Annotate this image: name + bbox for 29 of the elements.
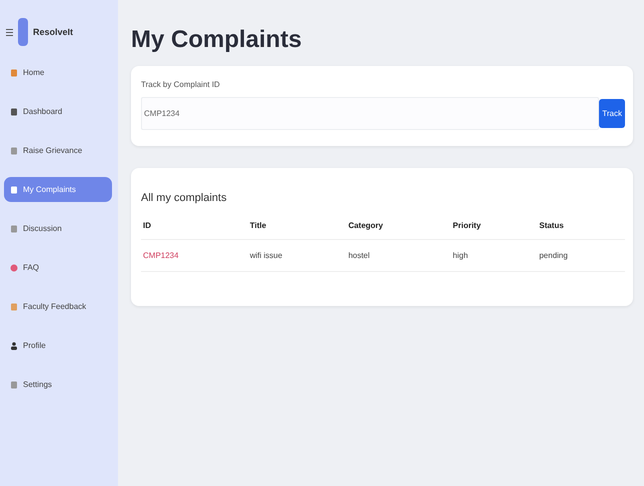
logo-icon bbox=[18, 18, 28, 46]
sidebar-item[interactable]: Settings bbox=[4, 372, 112, 397]
complaint-id-link[interactable]: CMP1234 bbox=[141, 240, 248, 272]
column-header: Category bbox=[346, 212, 451, 240]
sidebar-item[interactable]: FAQ bbox=[4, 255, 112, 280]
sidebar-item[interactable]: Dashboard bbox=[4, 99, 112, 124]
table-cell: high bbox=[450, 240, 538, 272]
column-header: Priority bbox=[450, 212, 538, 240]
table-cell: wifi issue bbox=[248, 240, 346, 272]
sidebar-item[interactable]: Profile bbox=[4, 333, 112, 358]
brand-name: ResolveIt bbox=[33, 27, 74, 37]
column-header: Status bbox=[537, 212, 625, 240]
sidebar-item[interactable]: Raise Grievance bbox=[4, 138, 112, 163]
sidebar-item[interactable]: Home bbox=[4, 60, 112, 85]
menu-icon[interactable] bbox=[6, 28, 13, 36]
track-button[interactable]: Track bbox=[599, 99, 625, 128]
page-title: My Complaints bbox=[131, 26, 303, 54]
complaint-id-field[interactable]: CMP1234 bbox=[141, 97, 600, 130]
person-icon bbox=[10, 342, 18, 350]
column-header: Title bbox=[248, 212, 346, 240]
table-cell: pending bbox=[537, 240, 625, 272]
document-icon bbox=[10, 186, 18, 194]
table-cell: hostel bbox=[346, 240, 451, 272]
card-title: All my complaints bbox=[141, 192, 228, 204]
sidebar-item[interactable]: Discussion bbox=[4, 216, 112, 241]
question-icon bbox=[10, 264, 18, 272]
sidebar-item[interactable]: Faculty Feedback bbox=[4, 294, 112, 319]
field-label: Track by Complaint ID bbox=[141, 80, 221, 89]
column-header: ID bbox=[141, 212, 248, 240]
